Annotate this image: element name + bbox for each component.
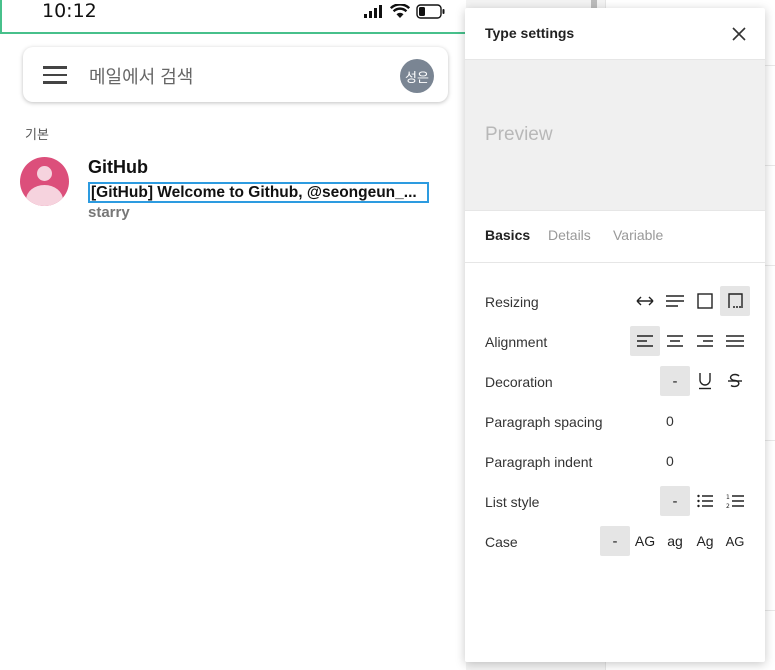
- close-icon[interactable]: [731, 26, 747, 42]
- text-preview: Preview: [465, 60, 765, 210]
- mail-subject[interactable]: [GitHub] Welcome to Github, @seongeun_..…: [88, 182, 429, 203]
- battery-icon: [416, 3, 445, 19]
- decoration-label: Decoration: [485, 374, 553, 390]
- search-bar[interactable]: 메일에서 검색 성은: [23, 47, 448, 102]
- status-icons: [364, 3, 446, 19]
- status-time: 10:12: [42, 0, 97, 22]
- type-settings-panel: Type settings Preview Basics Details Var…: [465, 8, 765, 662]
- truncate-text-icon[interactable]: [720, 286, 750, 316]
- align-right-icon[interactable]: [690, 326, 720, 356]
- list-style-label: List style: [485, 494, 540, 510]
- auto-height-icon[interactable]: [660, 286, 690, 316]
- bulleted-list-icon[interactable]: [690, 486, 720, 516]
- paragraph-spacing-input[interactable]: 0: [666, 413, 674, 429]
- tab-details[interactable]: Details: [548, 227, 591, 243]
- paragraph-indent-input[interactable]: 0: [666, 453, 674, 469]
- case-none-button[interactable]: -: [600, 526, 630, 556]
- canvas: 10:12 메일에서 검색 성은 기본 GitHub [GitHub] Welc…: [0, 0, 775, 670]
- svg-text:1: 1: [726, 494, 730, 501]
- search-input[interactable]: 메일에서 검색: [89, 63, 193, 89]
- auto-width-icon[interactable]: [630, 286, 660, 316]
- fixed-size-icon[interactable]: [690, 286, 720, 316]
- tab-basics[interactable]: Basics: [485, 227, 530, 243]
- account-avatar[interactable]: 성은: [400, 59, 434, 93]
- case-label: Case: [485, 534, 518, 550]
- list-none-button[interactable]: -: [660, 486, 690, 516]
- status-bar: 10:12: [0, 0, 466, 34]
- titlecase-button[interactable]: Ag: [690, 526, 720, 556]
- sender-avatar-icon: [20, 157, 69, 206]
- tab-variable[interactable]: Variable: [613, 227, 663, 243]
- decoration-none-button[interactable]: -: [660, 366, 690, 396]
- paragraph-spacing-label: Paragraph spacing: [485, 414, 603, 430]
- uppercase-button[interactable]: AG: [630, 526, 660, 556]
- small-caps-button[interactable]: AG: [720, 526, 750, 556]
- strikethrough-icon[interactable]: [720, 366, 750, 396]
- align-center-icon[interactable]: [660, 326, 690, 356]
- alignment-label: Alignment: [485, 334, 548, 350]
- mail-snippet: starry: [88, 204, 130, 221]
- section-label: 기본: [25, 127, 49, 142]
- lowercase-button[interactable]: ag: [660, 526, 690, 556]
- phone-frame: 10:12 메일에서 검색 성은 기본 GitHub [GitHub] Welc…: [0, 0, 466, 670]
- menu-icon[interactable]: [43, 66, 67, 84]
- wifi-icon: [390, 3, 410, 18]
- svg-text:2: 2: [726, 503, 730, 509]
- mail-sender: GitHub: [88, 157, 148, 177]
- paragraph-indent-label: Paragraph indent: [485, 454, 593, 470]
- panel-title: Type settings: [485, 25, 575, 41]
- signal-icon: [364, 4, 382, 18]
- scrollbar[interactable]: [591, 0, 597, 8]
- underline-icon[interactable]: [690, 366, 720, 396]
- align-left-icon[interactable]: [630, 326, 660, 356]
- resizing-label: Resizing: [485, 294, 539, 310]
- preview-label: Preview: [485, 124, 553, 145]
- align-justify-icon[interactable]: [720, 326, 750, 356]
- numbered-list-icon[interactable]: 12: [720, 486, 750, 516]
